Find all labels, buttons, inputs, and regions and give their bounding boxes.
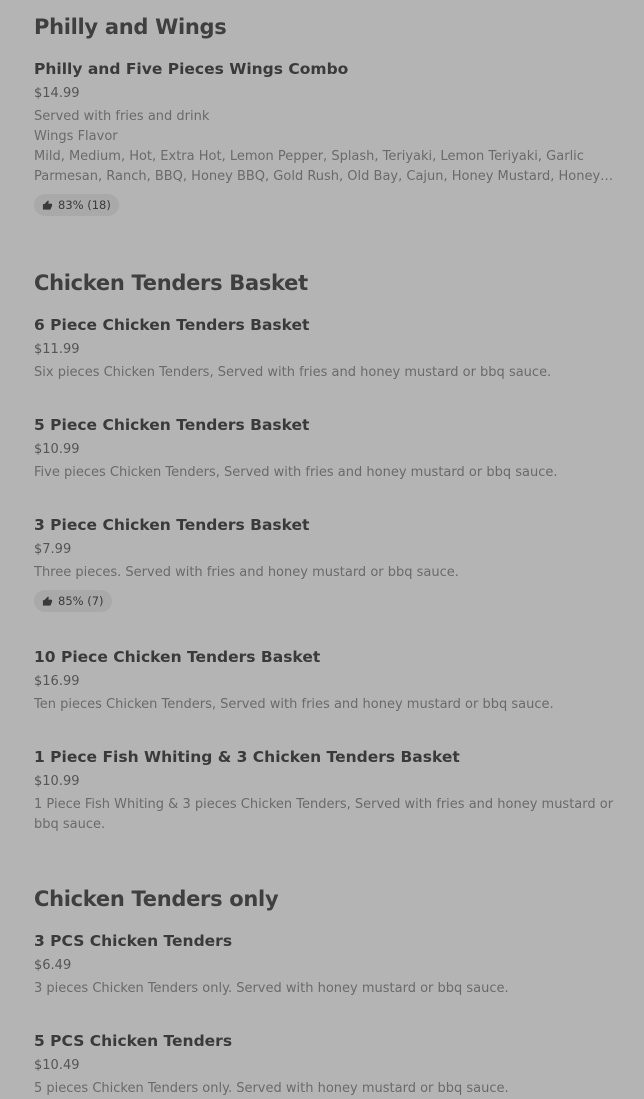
menu-item-6-piece-basket[interactable]: 6 Piece Chicken Tenders Basket $11.99 Si…: [34, 315, 616, 383]
item-price: $6.49: [34, 958, 72, 973]
item-name: 6 Piece Chicken Tenders Basket: [34, 316, 310, 334]
item-description: Served with fries and drink Wings Flavor…: [34, 107, 616, 187]
menu-item-fish-whiting-basket[interactable]: 1 Piece Fish Whiting & 3 Chicken Tenders…: [34, 747, 616, 835]
item-description: 5 pieces Chicken Tenders only. Served wi…: [34, 1081, 509, 1096]
menu-item-3-pcs-tenders[interactable]: 3 PCS Chicken Tenders $6.49 3 pieces Chi…: [34, 931, 616, 999]
section-title: Chicken Tenders Basket: [34, 271, 308, 295]
item-name: 1 Piece Fish Whiting & 3 Chicken Tenders…: [34, 748, 460, 766]
description-line: Wings Flavor: [34, 129, 118, 144]
rating-badge: 85% (7): [34, 590, 112, 612]
item-name: 5 Piece Chicken Tenders Basket: [34, 416, 310, 434]
item-description: 1 Piece Fish Whiting & 3 pieces Chicken …: [34, 797, 614, 832]
item-description: Five pieces Chicken Tenders, Served with…: [34, 465, 558, 480]
menu-item-3-piece-basket[interactable]: 3 Piece Chicken Tenders Basket $7.99 Thr…: [34, 515, 616, 612]
item-price: $10.99: [34, 774, 80, 789]
item-name: Philly and Five Pieces Wings Combo: [34, 60, 349, 78]
item-price: $16.99: [34, 674, 80, 689]
item-price: $10.49: [34, 1058, 80, 1073]
section-philly-and-wings: Philly and Wings: [34, 13, 616, 41]
rating-text: 83% (18): [58, 198, 111, 212]
menu-item-philly-wings-combo[interactable]: Philly and Five Pieces Wings Combo $14.9…: [34, 59, 616, 216]
item-description: Ten pieces Chicken Tenders, Served with …: [34, 697, 554, 712]
description-line: Served with fries and drink: [34, 109, 210, 124]
item-name: 10 Piece Chicken Tenders Basket: [34, 648, 321, 666]
rating-text: 85% (7): [58, 594, 104, 608]
item-price: $11.99: [34, 342, 80, 357]
item-description: 3 pieces Chicken Tenders only. Served wi…: [34, 981, 509, 996]
rating-badge: 83% (18): [34, 194, 119, 216]
thumbs-up-icon: [42, 595, 53, 606]
section-chicken-tenders-only: Chicken Tenders only: [34, 885, 616, 913]
item-price: $14.99: [34, 86, 80, 101]
item-name: 3 PCS Chicken Tenders: [34, 932, 233, 950]
item-price: $10.99: [34, 442, 80, 457]
item-description: Six pieces Chicken Tenders, Served with …: [34, 365, 552, 380]
item-price: $7.99: [34, 542, 72, 557]
section-chicken-tenders-basket: Chicken Tenders Basket: [34, 269, 616, 297]
item-name: 3 Piece Chicken Tenders Basket: [34, 516, 310, 534]
description-line: Mild, Medium, Hot, Extra Hot, Lemon Pepp…: [34, 149, 601, 184]
menu-item-10-piece-basket[interactable]: 10 Piece Chicken Tenders Basket $16.99 T…: [34, 647, 616, 715]
section-title: Chicken Tenders only: [34, 887, 279, 911]
item-name: 5 PCS Chicken Tenders: [34, 1032, 233, 1050]
section-title: Philly and Wings: [34, 15, 227, 39]
item-description: Three pieces. Served with fries and hone…: [34, 565, 459, 580]
menu-item-5-piece-basket[interactable]: 5 Piece Chicken Tenders Basket $10.99 Fi…: [34, 415, 616, 483]
thumbs-up-icon: [42, 199, 53, 210]
menu-item-5-pcs-tenders[interactable]: 5 PCS Chicken Tenders $10.49 5 pieces Ch…: [34, 1031, 616, 1099]
